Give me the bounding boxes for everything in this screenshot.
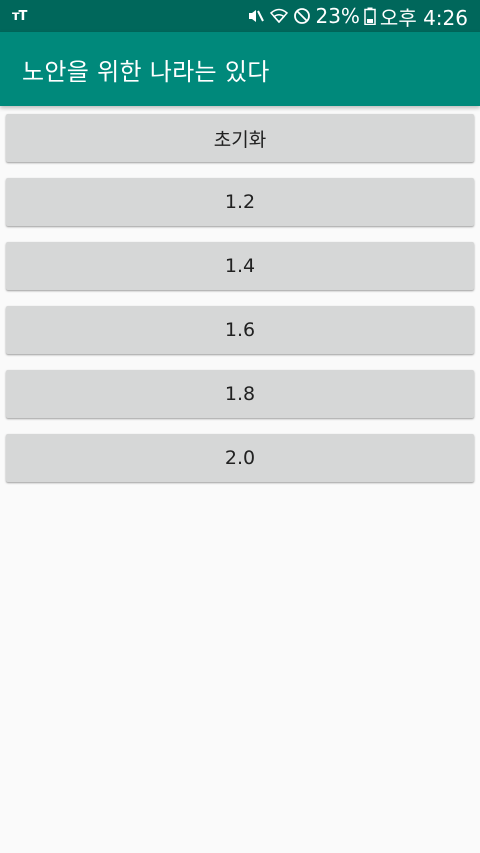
scale-1-4-button[interactable]: 1.4 <box>6 242 474 290</box>
status-left: ᴛT <box>12 8 27 24</box>
button-list: 초기화 1.2 1.4 1.6 1.8 2.0 <box>0 106 480 482</box>
scale-1-8-button[interactable]: 1.8 <box>6 370 474 418</box>
app-title: 노안을 위한 나라는 있다 <box>22 57 270 86</box>
status-bar: ᴛT 23% 오후 4:26 <box>0 0 480 32</box>
clock: 오후 4:26 <box>379 5 468 30</box>
scale-1-2-button[interactable]: 1.2 <box>6 178 474 226</box>
scale-2-0-button[interactable]: 2.0 <box>6 434 474 482</box>
battery-icon <box>364 7 376 25</box>
battery-percent: 23% <box>315 4 360 28</box>
wifi-icon <box>269 7 289 25</box>
status-right: 23% 오후 4:26 <box>247 2 468 31</box>
app-bar: 노안을 위한 나라는 있다 <box>0 32 480 106</box>
scale-1-6-button[interactable]: 1.6 <box>6 306 474 354</box>
mute-vibrate-icon <box>247 7 265 25</box>
reset-button[interactable]: 초기화 <box>6 114 474 162</box>
font-size-indicator-icon: ᴛT <box>12 8 27 24</box>
do-not-disturb-icon <box>293 7 311 25</box>
